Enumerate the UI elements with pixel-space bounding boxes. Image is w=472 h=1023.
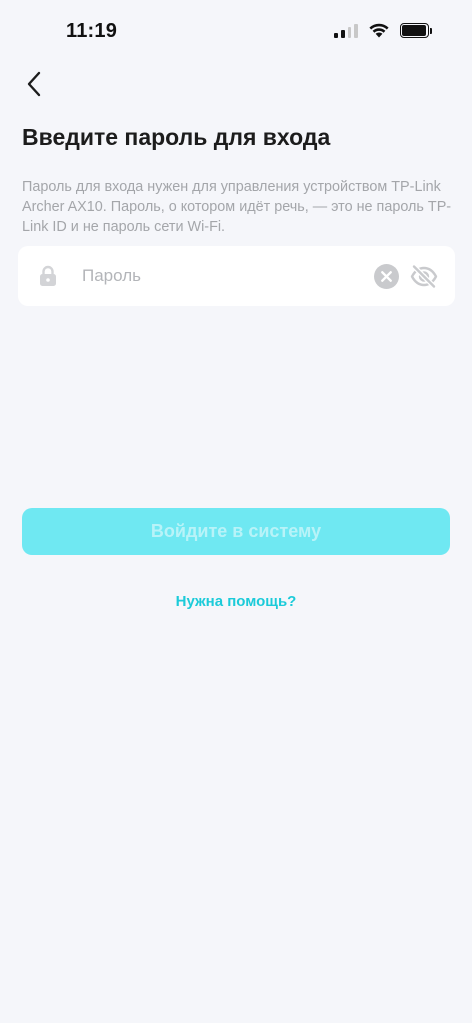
cellular-signal-icon xyxy=(334,22,358,38)
wifi-icon xyxy=(369,23,389,38)
status-time: 11:19 xyxy=(66,20,118,42)
lock-icon xyxy=(40,265,56,286)
eye-off-icon[interactable] xyxy=(410,264,438,289)
login-button[interactable]: Войдите в систему xyxy=(22,508,450,555)
status-bar: 11:19 xyxy=(0,0,472,64)
page-title: Введите пароль для входа xyxy=(22,124,331,150)
status-icons xyxy=(334,22,432,38)
password-input[interactable] xyxy=(82,258,362,294)
help-link[interactable]: Нужна помощь? xyxy=(0,593,472,610)
battery-icon xyxy=(400,22,432,38)
back-chevron-left-icon[interactable] xyxy=(20,66,50,102)
password-field-card xyxy=(18,246,455,306)
description-text: Пароль для входа нужен для управления ус… xyxy=(22,179,452,235)
clear-icon[interactable] xyxy=(374,264,399,289)
